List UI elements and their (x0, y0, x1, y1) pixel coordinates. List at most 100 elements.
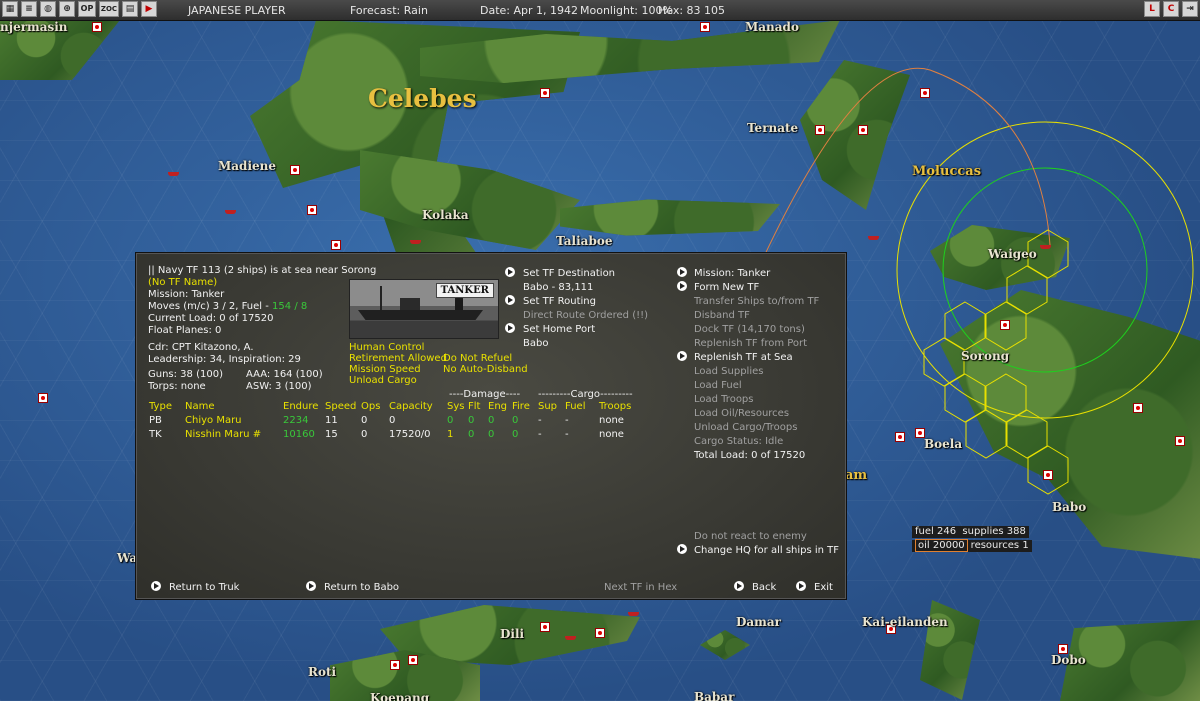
menu-arrow-icon[interactable] (677, 267, 687, 277)
ship-bridge (400, 298, 420, 310)
return-truk-arrow-icon[interactable] (151, 581, 161, 591)
ship-marker[interactable] (168, 172, 179, 176)
change-hq-arrow-icon[interactable] (677, 544, 687, 554)
ship-marker[interactable] (225, 210, 236, 214)
base-marker[interactable] (38, 393, 48, 403)
map-view-icon[interactable]: ▦ (2, 1, 18, 17)
exit-button[interactable]: Exit (814, 582, 833, 594)
table-cell: 2234 (283, 415, 309, 426)
base-marker[interactable] (895, 432, 905, 442)
tf-guns: Guns: 38 (100) (148, 369, 223, 380)
base-marker[interactable] (390, 660, 400, 670)
globe-icon[interactable]: ◍ (40, 1, 56, 17)
tf-commander[interactable]: Cdr: CPT Kitazono, A. (148, 342, 254, 354)
base-marker[interactable] (1043, 470, 1053, 480)
map-label-waigeo: Waigeo (988, 247, 1037, 261)
back-arrow-icon[interactable] (734, 581, 744, 591)
tf-name[interactable]: (No TF Name) (148, 277, 217, 289)
list-icon[interactable]: ≡ (21, 1, 37, 17)
return-babo-arrow-icon[interactable] (306, 581, 316, 591)
do-not-react-option[interactable]: Do not react to enemy (694, 531, 807, 543)
option-no-disband[interactable]: No Auto-Disband (443, 364, 528, 376)
menu-item[interactable]: Form New TF (694, 282, 759, 294)
base-marker[interactable] (815, 125, 825, 135)
base-marker[interactable] (408, 655, 418, 665)
map-label-dili: Dili (500, 627, 525, 641)
table-cell: - (538, 429, 542, 440)
exit-arrow-icon[interactable] (796, 581, 806, 591)
set-routing-button[interactable]: Set TF Routing (523, 296, 596, 308)
table-cell: 0 (361, 415, 368, 426)
hex-resource-info: oil 20000 resources 1 (912, 539, 1032, 552)
base-marker[interactable] (290, 165, 300, 175)
set-destination-arrow-icon[interactable] (505, 267, 515, 277)
l-button[interactable]: L (1144, 1, 1160, 17)
end-turn-icon[interactable]: ▶ (141, 1, 157, 17)
base-marker[interactable] (540, 88, 550, 98)
map-label-babar: Babar (694, 690, 735, 701)
forecast-label: Forecast: Rain (350, 4, 428, 17)
base-marker[interactable] (307, 205, 317, 215)
base-marker[interactable] (595, 628, 605, 638)
ship-marker[interactable] (1040, 245, 1051, 249)
ship-marker[interactable] (628, 612, 639, 616)
table-cell: 11 (325, 415, 338, 426)
map-label-sorong: Sorong (961, 349, 1010, 363)
base-marker[interactable] (700, 22, 710, 32)
ship-marker[interactable] (565, 636, 576, 640)
tf-leadership: Leadership: 34, Inspiration: 29 (148, 354, 301, 365)
return-to-truk-button[interactable]: Return to Truk (169, 582, 239, 594)
ship-marker[interactable] (410, 240, 421, 244)
menu-arrow-icon[interactable] (677, 281, 687, 291)
set-routing-arrow-icon[interactable] (505, 295, 515, 305)
base-marker[interactable] (920, 88, 930, 98)
menu-item: Load Troops (694, 394, 754, 405)
ship-marker[interactable] (868, 236, 879, 240)
column-header: Fire (512, 401, 530, 412)
base-marker[interactable] (1133, 403, 1143, 413)
ship-name-cell[interactable]: Nisshin Maru # (185, 429, 261, 441)
tf-float-planes: Float Planes: 0 (148, 325, 222, 336)
map-label-taliaboe: Taliaboe (556, 234, 613, 248)
menu-item[interactable]: Total Load: 0 of 17520 (694, 450, 805, 462)
table-cell: 0 (468, 429, 475, 440)
base-marker[interactable] (1000, 320, 1010, 330)
next-tf-button[interactable]: Next TF in Hex (604, 582, 677, 594)
base-marker[interactable] (331, 240, 341, 250)
ship-class-image: TANKER (349, 279, 499, 339)
table-cell: 0 (389, 415, 396, 426)
report-icon[interactable]: ▤ (122, 1, 138, 17)
menu-item: Load Fuel (694, 380, 742, 391)
return-to-babo-button[interactable]: Return to Babo (324, 582, 399, 594)
menu-item: Unload Cargo/Troops (694, 422, 798, 433)
tf-current-load: Current Load: 0 of 17520 (148, 313, 274, 324)
cargo-group-header: ---------Cargo--------- (538, 389, 633, 400)
base-marker[interactable] (1175, 436, 1185, 446)
set-destination-button[interactable]: Set TF Destination (523, 268, 615, 280)
set-home-port-button[interactable]: Set Home Port (523, 324, 595, 336)
c-button[interactable]: C (1163, 1, 1179, 17)
base-marker[interactable] (858, 125, 868, 135)
home-port-value: Babo (523, 338, 549, 349)
tf-route-line (759, 67, 1051, 266)
op-button[interactable]: OP (78, 1, 96, 17)
menu-item: Load Oil/Resources (694, 408, 790, 419)
base-marker[interactable] (540, 622, 550, 632)
column-header: Eng (488, 401, 508, 412)
menu-item: Transfer Ships to/from TF (694, 296, 820, 307)
base-marker[interactable] (92, 22, 102, 32)
table-cell: 0 (488, 429, 495, 440)
menu-arrow-icon[interactable] (677, 351, 687, 361)
change-hq-button[interactable]: Change HQ for all ships in TF (694, 545, 839, 557)
menu-item[interactable]: Replenish TF at Sea (694, 352, 793, 364)
back-button[interactable]: Back (752, 582, 776, 594)
zoc-button[interactable]: ZOC (99, 1, 119, 17)
set-home-port-arrow-icon[interactable] (505, 323, 515, 333)
exit-icon[interactable]: ⇥ (1182, 1, 1198, 17)
table-cell: - (565, 415, 569, 426)
menu-item[interactable]: Mission: Tanker (694, 268, 770, 280)
target-icon[interactable]: ⊕ (59, 1, 75, 17)
ship-name-cell[interactable]: Chiyo Maru (185, 415, 242, 427)
option-unload-cargo[interactable]: Unload Cargo (349, 375, 417, 387)
hex-label: Hex: 83 105 (658, 4, 726, 17)
